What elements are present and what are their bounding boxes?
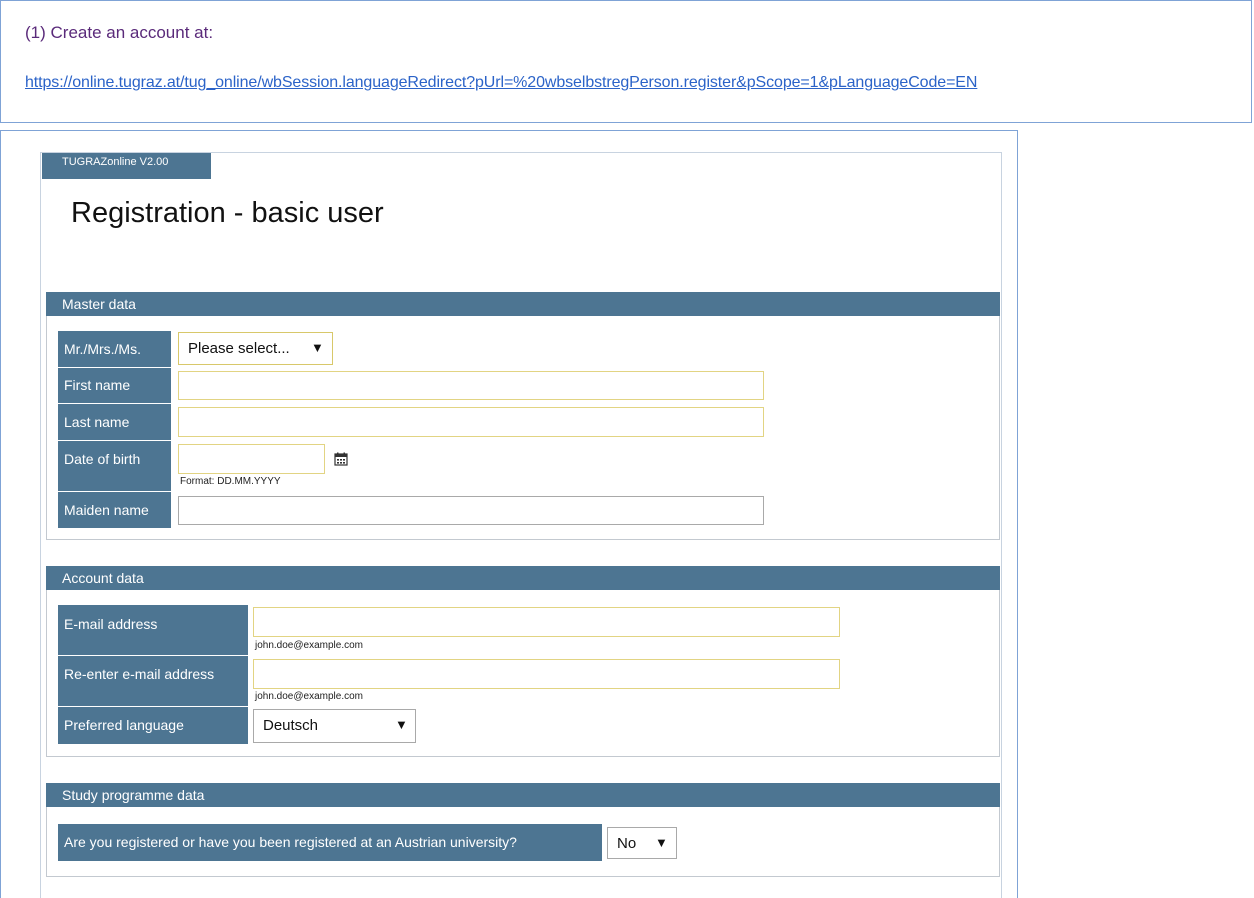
chevron-down-icon: ▼ [395, 717, 408, 732]
dob-format-hint: Format: DD.MM.YYYY [180, 476, 281, 487]
dob-field[interactable] [178, 444, 325, 474]
reenter-email-field[interactable] [253, 659, 840, 689]
section-header-master-data: Master data [46, 292, 1000, 316]
instruction-box [0, 0, 1252, 123]
preferred-language-label: Preferred language [58, 707, 248, 744]
salutation-select[interactable]: Please select... ▼ [178, 332, 333, 365]
email-field[interactable] [253, 607, 840, 637]
email-hint: john.doe@example.com [255, 640, 363, 651]
calendar-icon[interactable] [334, 452, 348, 466]
step-instruction: (1) Create an account at: [25, 23, 214, 42]
salutation-value: Please select... [188, 340, 290, 357]
last-name-label: Last name [58, 404, 171, 440]
chevron-down-icon: ▼ [311, 340, 324, 355]
reenter-email-hint: john.doe@example.com [255, 691, 363, 702]
section-header-account-data: Account data [46, 566, 1000, 590]
dob-label: Date of birth [58, 441, 171, 491]
section-header-study-programme: Study programme data [46, 783, 1000, 807]
austrian-university-question: Are you registered or have you been regi… [58, 824, 602, 861]
maiden-name-label: Maiden name [58, 492, 171, 528]
preferred-language-select[interactable]: Deutsch ▼ [253, 709, 416, 743]
chevron-down-icon: ▼ [655, 835, 668, 850]
registration-link[interactable]: https://online.tugraz.at/tug_online/wbSe… [25, 74, 977, 92]
austrian-university-value: No [617, 835, 637, 852]
salutation-label: Mr./Mrs./Ms. [58, 331, 171, 367]
page-title: Registration - basic user [71, 197, 384, 229]
austrian-university-select[interactable]: No ▼ [607, 827, 677, 859]
version-tab: TUGRAZonline V2.00 [42, 153, 211, 179]
preferred-language-value: Deutsch [263, 717, 319, 734]
email-label: E-mail address [58, 605, 248, 655]
last-name-field[interactable] [178, 407, 764, 437]
first-name-field[interactable] [178, 371, 764, 400]
first-name-label: First name [58, 368, 171, 403]
maiden-name-field[interactable] [178, 496, 764, 525]
reenter-email-label: Re-enter e-mail address [58, 656, 248, 706]
